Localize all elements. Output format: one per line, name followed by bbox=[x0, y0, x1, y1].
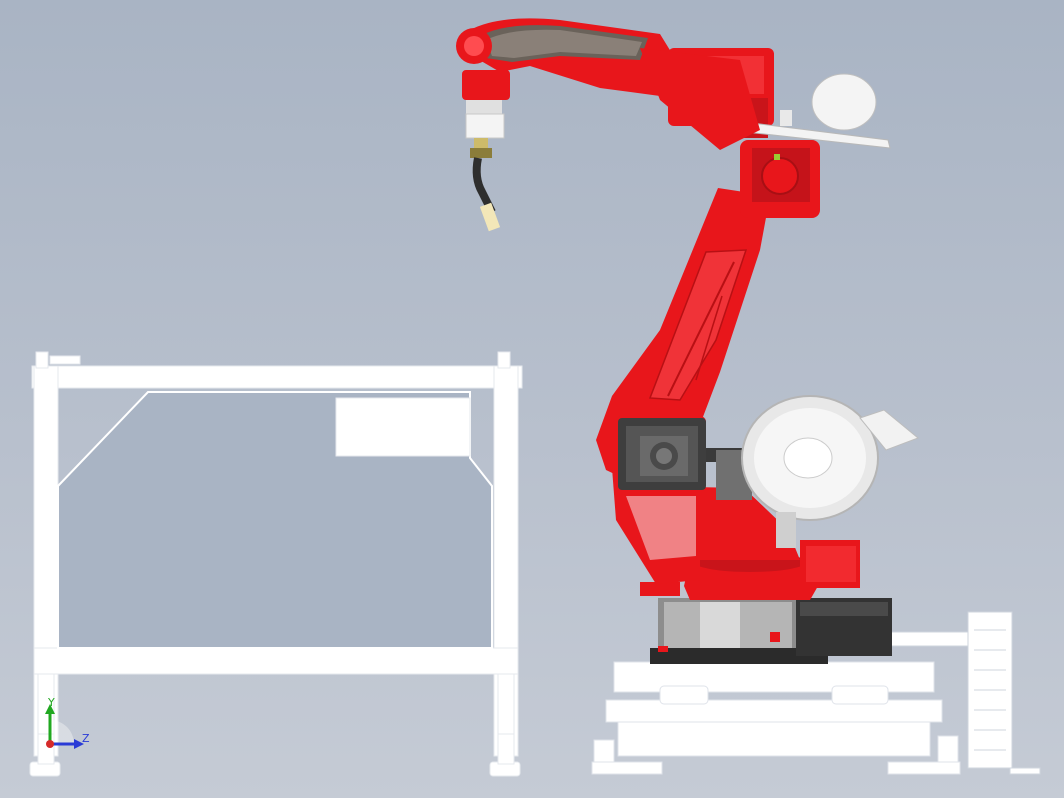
robot-rotary-base bbox=[650, 598, 892, 664]
robot-forearm bbox=[470, 18, 760, 150]
cad-viewport[interactable]: Y Z bbox=[0, 0, 1064, 798]
table-clamp-block bbox=[335, 397, 471, 457]
robot-shoulder-motor bbox=[618, 418, 752, 500]
triad-graphic bbox=[45, 704, 84, 749]
axis-triad: Y Z bbox=[36, 696, 106, 766]
table-top-beam bbox=[31, 365, 523, 389]
welding-torch bbox=[470, 138, 501, 232]
robot-base-plate bbox=[591, 661, 961, 775]
axis-y-label: Y bbox=[48, 696, 55, 709]
robot-lower-arm bbox=[596, 188, 800, 584]
robot-elbow bbox=[740, 140, 820, 218]
model-scene[interactable] bbox=[0, 0, 1064, 798]
axis-z-label: Z bbox=[82, 732, 90, 745]
table-lower-rail bbox=[33, 647, 519, 675]
